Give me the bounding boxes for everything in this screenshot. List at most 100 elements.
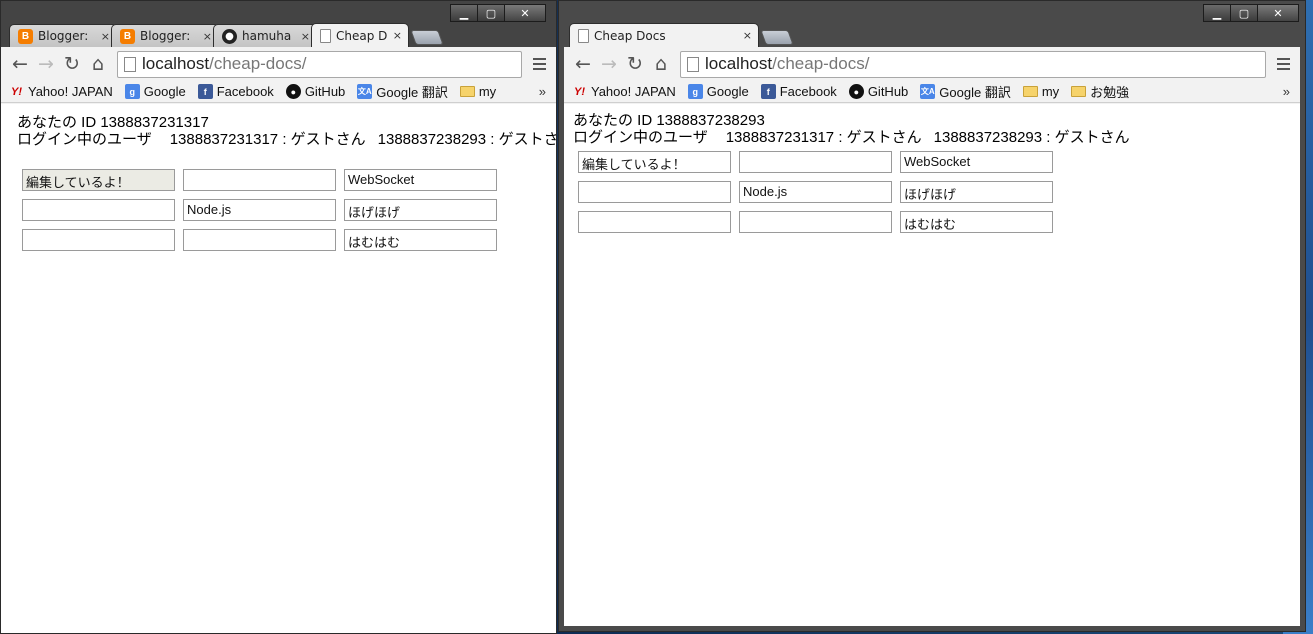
menu-icon[interactable] — [1272, 53, 1294, 75]
grid-cell[interactable] — [578, 211, 731, 233]
grid-cell[interactable]: Node.js — [739, 181, 892, 203]
grid-cell[interactable]: ほげほげ — [344, 199, 497, 221]
tab-cheap-docs[interactable]: Cheap D × — [311, 23, 409, 47]
toolbar: ← → ↻ ⌂ localhost/cheap-docs/ — [1, 47, 556, 81]
tab-close-icon[interactable]: × — [301, 30, 310, 43]
forward-arrow-icon[interactable]: → — [596, 51, 622, 77]
doc-grid: 編集しているよ！ WebSocket Node.js ほげほげ はむはむ — [578, 151, 1300, 233]
tab-title: hamuha — [242, 29, 292, 43]
grid-cell[interactable]: WebSocket — [900, 151, 1053, 173]
grid-cell[interactable] — [22, 199, 175, 221]
grid-cell[interactable] — [183, 169, 336, 191]
grid-cell[interactable]: はむはむ — [344, 229, 497, 251]
grid-cell[interactable]: 編集しているよ！ — [22, 169, 175, 191]
url-host: localhost — [142, 54, 210, 73]
bookmark-label: GitHub — [304, 84, 346, 99]
bookmark-github[interactable]: ● GitHub — [285, 84, 346, 99]
bookmark-github[interactable]: ● GitHub — [848, 84, 909, 99]
new-tab-button[interactable] — [760, 30, 794, 45]
yahoo-icon: Y! — [574, 85, 585, 98]
url-host: localhost — [705, 54, 773, 73]
url-path: /cheap-docs/ — [772, 54, 870, 73]
home-icon[interactable]: ⌂ — [85, 51, 111, 77]
menu-icon[interactable] — [528, 53, 550, 75]
forward-arrow-icon[interactable]: → — [33, 51, 59, 77]
reload-icon[interactable]: ↻ — [59, 51, 85, 77]
bookmark-label: my — [1041, 84, 1060, 99]
github-icon: ● — [222, 28, 237, 44]
user-entry: 1388837231317 : ゲストさん — [725, 129, 922, 146]
bookmark-label: GitHub — [867, 84, 909, 99]
bookmark-label: my — [478, 84, 497, 99]
bookmark-google-translate[interactable]: 文A Google 翻訳 — [357, 82, 448, 101]
bookmark-facebook[interactable]: f Facebook — [197, 84, 274, 99]
tab-blogger-1[interactable]: B Blogger: × — [9, 24, 117, 47]
browser-window-right: ▁ ▢ ✕ Cheap Docs × ← → ↻ ⌂ localhost/che… — [558, 0, 1306, 632]
page-icon — [124, 56, 136, 72]
translate-icon: 文A — [357, 84, 373, 99]
bookmark-label: Google 翻訳 — [939, 85, 1011, 100]
translate-icon: 文A — [920, 84, 936, 99]
grid-cell[interactable] — [739, 211, 892, 233]
maximize-button[interactable]: ▢ — [477, 4, 505, 22]
tab-title: Cheap D — [336, 28, 388, 43]
grid-cell[interactable] — [739, 151, 892, 173]
facebook-icon: f — [197, 84, 213, 99]
home-icon[interactable]: ⌂ — [648, 51, 674, 77]
bookmark-google[interactable]: g Google — [687, 84, 749, 99]
toolbar: ← → ↻ ⌂ localhost/cheap-docs/ — [564, 47, 1300, 81]
bookmark-google-translate[interactable]: 文A Google 翻訳 — [920, 82, 1011, 101]
folder-icon — [1071, 86, 1087, 97]
minimize-button[interactable]: ▁ — [450, 4, 478, 22]
bookmark-folder-my[interactable]: my — [459, 84, 497, 99]
bookmarks-bar: Y! Yahoo! JAPAN g Google f Facebook ● GitHub… — [564, 81, 1300, 103]
bookmark-label: Facebook — [779, 84, 837, 99]
bookmark-yahoo[interactable]: Y! Yahoo! JAPAN — [572, 84, 676, 99]
bookmark-label: Google 翻訳 — [376, 85, 448, 100]
tab-close-icon[interactable]: × — [743, 29, 752, 42]
close-button[interactable]: ✕ — [504, 4, 546, 22]
users-label: ログイン中のユーザ — [573, 129, 708, 146]
google-icon: g — [124, 84, 140, 99]
folder-icon — [459, 86, 475, 97]
grid-cell[interactable]: はむはむ — [900, 211, 1053, 233]
tab-close-icon[interactable]: × — [393, 29, 402, 42]
tab-cheap-docs[interactable]: Cheap Docs × — [569, 23, 759, 47]
maximize-button[interactable]: ▢ — [1230, 4, 1258, 22]
close-button[interactable]: ✕ — [1257, 4, 1299, 22]
tab-close-icon[interactable]: × — [101, 30, 110, 43]
tab-title: Cheap Docs — [594, 28, 666, 43]
tab-github[interactable]: ● hamuha × — [213, 24, 317, 47]
bookmark-google[interactable]: g Google — [124, 84, 186, 99]
tab-title: Blogger: — [140, 29, 191, 43]
more-bookmarks-icon[interactable]: » — [1283, 84, 1290, 99]
bookmark-label: Google — [143, 84, 186, 99]
grid-cell[interactable] — [22, 229, 175, 251]
back-arrow-icon[interactable]: ← — [7, 51, 33, 77]
tab-strip: Cheap Docs × — [569, 23, 794, 47]
grid-cell[interactable]: 編集しているよ！ — [578, 151, 731, 173]
new-tab-button[interactable] — [410, 30, 444, 45]
tab-blogger-2[interactable]: B Blogger: × — [111, 24, 219, 47]
address-bar[interactable]: localhost/cheap-docs/ — [680, 50, 1266, 78]
bookmark-folder-my[interactable]: my — [1022, 84, 1060, 99]
bookmark-label: Google — [706, 84, 749, 99]
more-bookmarks-icon[interactable]: » — [539, 84, 546, 99]
document-icon — [578, 28, 589, 43]
grid-cell[interactable] — [183, 229, 336, 251]
grid-cell[interactable]: Node.js — [183, 199, 336, 221]
grid-cell[interactable]: ほげほげ — [900, 181, 1053, 203]
bookmark-folder-study[interactable]: お勉強 — [1071, 82, 1129, 101]
grid-cell[interactable] — [578, 181, 731, 203]
grid-cell[interactable]: WebSocket — [344, 169, 497, 191]
browser-window-left: ▁ ▢ ✕ B Blogger: × B Blogger: × ● hamuha… — [0, 0, 557, 634]
reload-icon[interactable]: ↻ — [622, 51, 648, 77]
address-bar[interactable]: localhost/cheap-docs/ — [117, 50, 522, 78]
minimize-button[interactable]: ▁ — [1203, 4, 1231, 22]
blogger-icon: B — [18, 28, 33, 44]
your-id: あなたの ID 1388837238293 — [573, 112, 765, 129]
bookmark-facebook[interactable]: f Facebook — [760, 84, 837, 99]
tab-close-icon[interactable]: × — [203, 30, 212, 43]
bookmark-yahoo[interactable]: Y! Yahoo! JAPAN — [9, 84, 113, 99]
back-arrow-icon[interactable]: ← — [570, 51, 596, 77]
